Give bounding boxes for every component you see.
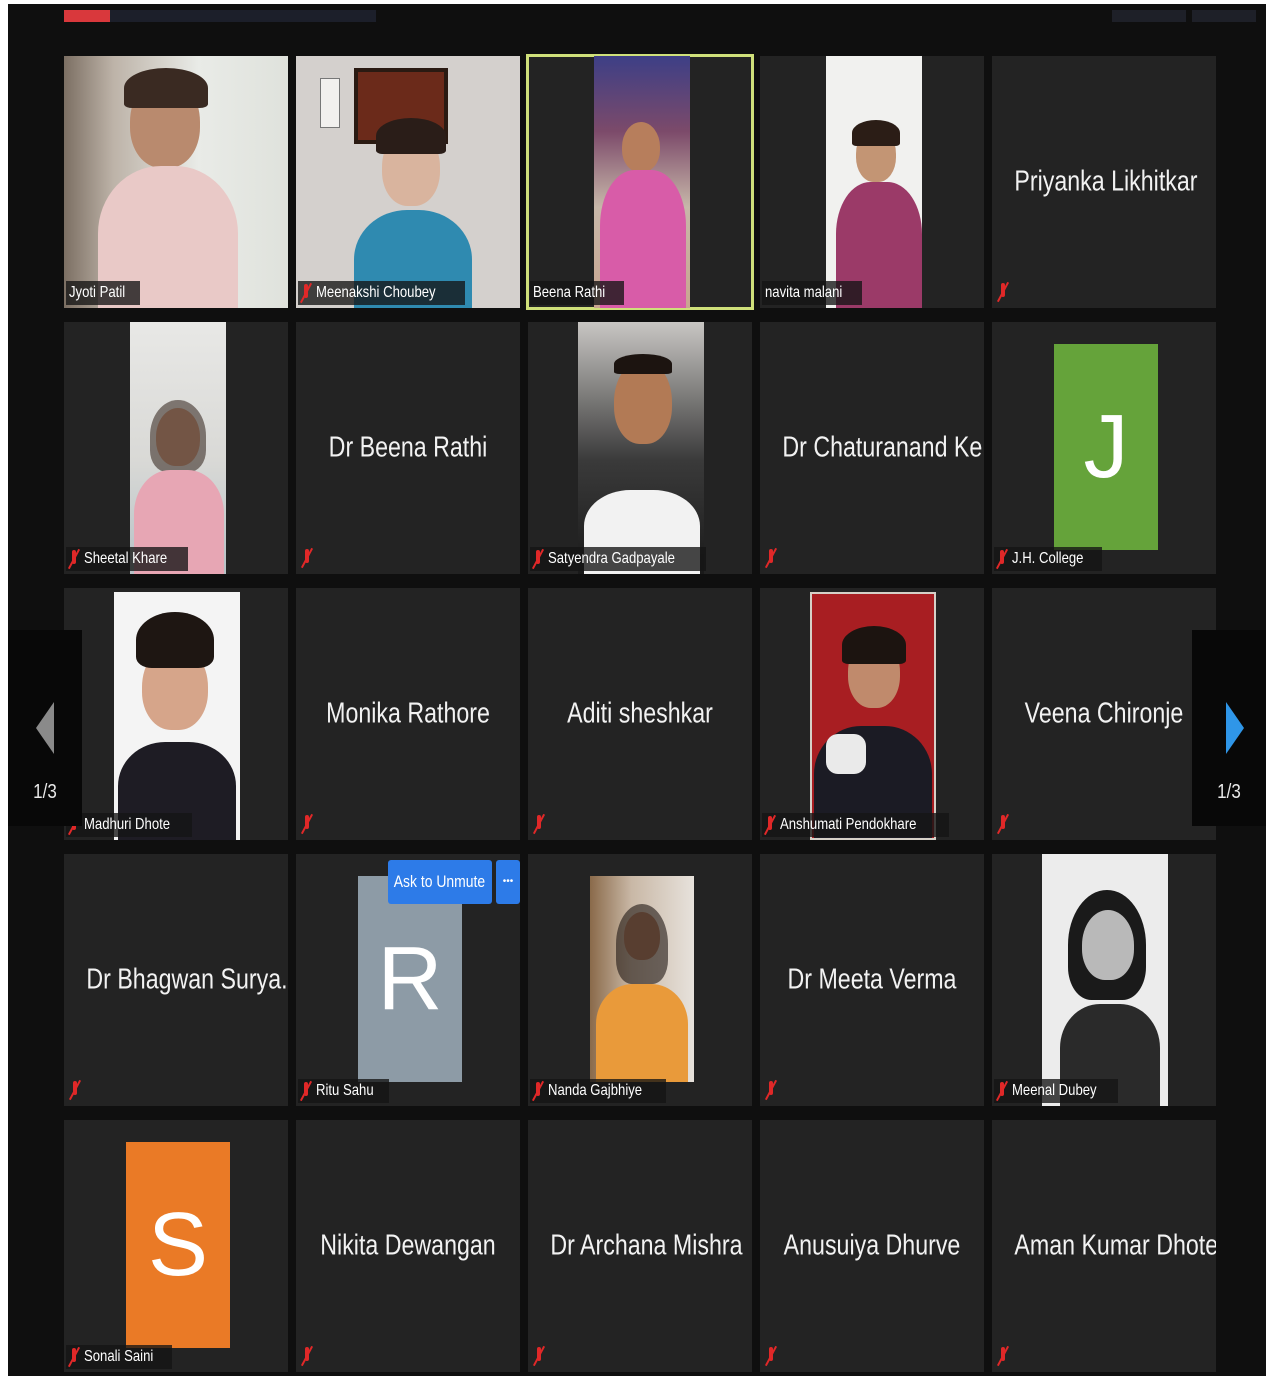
participant-name: Veena Chironje bbox=[1024, 697, 1184, 730]
participant-tile[interactable]: Aman Kumar Dhote bbox=[992, 1120, 1216, 1372]
participant-tile[interactable]: Priyanka Likhitkar bbox=[992, 56, 1216, 308]
participant-tile[interactable]: Sheetal Khare bbox=[64, 322, 288, 574]
participant-tile[interactable]: R Ritu Sahu Ask to Unmute ••• bbox=[296, 854, 520, 1106]
participant-tile[interactable]: Nikita Dewangan bbox=[296, 1120, 520, 1372]
participant-tile-active-speaker[interactable]: Beena Rathi bbox=[526, 54, 754, 310]
participant-tile[interactable]: Nanda Gajbhiye bbox=[528, 854, 752, 1106]
participant-tile[interactable]: Dr Archana Mishra bbox=[528, 1120, 752, 1372]
mic-muted-icon bbox=[998, 814, 1008, 834]
participant-tile[interactable]: Dr Chaturanand Ke... bbox=[760, 322, 984, 574]
participant-name: Aman Kumar Dhote bbox=[1014, 1229, 1216, 1262]
mic-muted-icon bbox=[997, 1081, 1007, 1101]
mic-muted-icon bbox=[766, 1080, 776, 1100]
participant-name-label: Madhuri Dhote bbox=[66, 813, 192, 837]
participant-name: Dr Meeta Verma bbox=[787, 963, 957, 996]
next-page-button[interactable]: 1/3 bbox=[1192, 630, 1266, 826]
mic-muted-icon bbox=[70, 1080, 80, 1100]
participant-name-label: Jyoti Patil bbox=[66, 281, 141, 305]
participant-name-label: Sonali Saini bbox=[66, 1345, 172, 1369]
mic-muted-icon bbox=[301, 1081, 311, 1101]
participant-name: Priyanka Likhitkar bbox=[1014, 165, 1198, 198]
participant-tile[interactable]: navita malani bbox=[760, 56, 984, 308]
participant-avatar: S bbox=[126, 1142, 230, 1348]
page-indicator: 1/3 bbox=[1217, 781, 1241, 803]
participant-name: Monika Rathore bbox=[326, 697, 490, 730]
mic-muted-icon bbox=[534, 1346, 544, 1366]
top-toolbar bbox=[8, 4, 1266, 26]
view-button[interactable] bbox=[1112, 10, 1186, 22]
participant-name-label: Nanda Gajbhiye bbox=[530, 1079, 666, 1103]
mic-muted-icon bbox=[533, 549, 543, 569]
mic-muted-icon bbox=[301, 283, 311, 303]
page-indicator: 1/3 bbox=[33, 781, 57, 803]
participant-video bbox=[810, 592, 936, 840]
mic-muted-icon bbox=[533, 1081, 543, 1101]
mic-muted-icon bbox=[302, 814, 312, 834]
mic-muted-icon bbox=[765, 815, 775, 835]
participant-tile[interactable]: Jyoti Patil bbox=[64, 56, 288, 308]
mic-muted-icon bbox=[534, 814, 544, 834]
mic-muted-icon bbox=[69, 549, 79, 569]
mic-muted-icon bbox=[766, 548, 776, 568]
participant-name-label: Meenakshi Choubey bbox=[298, 281, 465, 305]
mic-muted-icon bbox=[766, 1346, 776, 1366]
participant-name-label: Satyendra Gadpayale bbox=[530, 547, 706, 571]
participant-name: Dr Beena Rathi bbox=[328, 431, 488, 464]
chevron-right-icon bbox=[1226, 702, 1244, 754]
participant-name: Dr Chaturanand Ke... bbox=[782, 431, 984, 464]
participant-tile[interactable]: Aditi sheshkar bbox=[528, 588, 752, 840]
participant-name: Nikita Dewangan bbox=[320, 1229, 496, 1262]
recording-indicator bbox=[64, 10, 110, 22]
participant-tile[interactable]: Dr Bhagwan Surya... bbox=[64, 854, 288, 1106]
participant-name-label: Sheetal Khare bbox=[66, 547, 189, 571]
participant-video bbox=[130, 322, 226, 574]
participant-name-label: Beena Rathi bbox=[530, 281, 625, 305]
participant-video bbox=[826, 56, 922, 308]
participant-video bbox=[594, 56, 690, 308]
participant-tile[interactable]: S Sonali Saini bbox=[64, 1120, 288, 1372]
participant-video bbox=[578, 322, 704, 574]
participant-tile[interactable]: J J.H. College bbox=[992, 322, 1216, 574]
participant-tile[interactable]: Veena Chironje bbox=[992, 588, 1216, 840]
participant-name-label: Meenal Dubey bbox=[994, 1079, 1119, 1103]
participant-name: Anusuiya Dhurve bbox=[783, 1229, 961, 1262]
mic-muted-icon bbox=[69, 1347, 79, 1367]
participant-name: Dr Archana Mishra bbox=[550, 1229, 743, 1262]
participant-tile[interactable]: Anusuiya Dhurve bbox=[760, 1120, 984, 1372]
participant-name-label: navita malani bbox=[762, 281, 863, 305]
participant-tile[interactable]: Monika Rathore bbox=[296, 588, 520, 840]
participant-avatar: J bbox=[1054, 344, 1158, 550]
mic-muted-icon bbox=[302, 548, 312, 568]
participant-video bbox=[590, 876, 694, 1082]
more-options-button[interactable]: ••• bbox=[496, 860, 520, 904]
participant-name-label: Anshumati Pendokhare bbox=[762, 813, 950, 837]
participant-tile[interactable]: Meenal Dubey bbox=[992, 854, 1216, 1106]
mic-muted-icon bbox=[302, 1346, 312, 1366]
participant-name: Aditi sheshkar bbox=[567, 697, 713, 730]
ask-to-unmute-button[interactable]: Ask to Unmute bbox=[388, 860, 492, 904]
participant-video bbox=[296, 56, 520, 308]
participant-tile[interactable]: Meenakshi Choubey bbox=[296, 56, 520, 308]
participant-tile[interactable]: Dr Meeta Verma bbox=[760, 854, 984, 1106]
participant-tile[interactable]: Madhuri Dhote bbox=[64, 588, 288, 840]
participant-video bbox=[1042, 854, 1168, 1106]
participant-video bbox=[114, 592, 240, 840]
participant-name: Dr Bhagwan Surya... bbox=[86, 963, 288, 996]
mic-muted-icon bbox=[998, 1346, 1008, 1366]
participant-name-label: Ritu Sahu bbox=[298, 1079, 390, 1103]
chevron-left-icon bbox=[36, 702, 54, 754]
mic-muted-icon bbox=[997, 549, 1007, 569]
participant-tile[interactable]: Anshumati Pendokhare bbox=[760, 588, 984, 840]
participant-avatar: R bbox=[358, 876, 462, 1082]
participant-tile[interactable]: Satyendra Gadpayale bbox=[528, 322, 752, 574]
meeting-window: Jyoti Patil Meenakshi Choubey Beena Rath… bbox=[8, 4, 1266, 1376]
previous-page-button[interactable]: 1/3 bbox=[8, 630, 82, 826]
mic-muted-icon bbox=[998, 282, 1008, 302]
meeting-info-bar bbox=[110, 10, 376, 22]
participant-name-label: J.H. College bbox=[994, 547, 1103, 571]
participant-video bbox=[64, 56, 288, 308]
participant-tile[interactable]: Dr Beena Rathi bbox=[296, 322, 520, 574]
fullscreen-button[interactable] bbox=[1192, 10, 1256, 22]
